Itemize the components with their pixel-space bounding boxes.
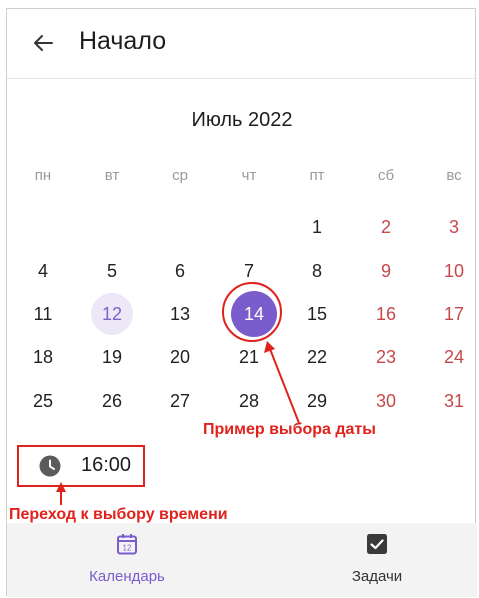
day-cell-today[interactable]: 12 [86, 302, 138, 326]
clock-icon [39, 455, 61, 477]
day-cell[interactable]: 4 [17, 259, 69, 283]
back-arrow-icon[interactable] [31, 31, 55, 55]
day-cell[interactable]: 15 [291, 302, 343, 326]
weekday-label: чт [241, 167, 257, 184]
nav-item-calendar[interactable]: 12 Календарь [27, 523, 227, 597]
weekday-label: пн [34, 167, 52, 184]
header: Начало [7, 9, 477, 79]
day-cell[interactable]: 28 [223, 389, 275, 413]
day-cell[interactable]: 25 [17, 389, 69, 413]
day-cell[interactable]: 1 [291, 215, 343, 239]
app-screen: Начало Июль 2022 пн вт ср чт пт сб вс 1 … [6, 8, 479, 597]
day-cell-weekend[interactable]: 23 [360, 345, 412, 369]
day-cell[interactable]: 26 [86, 389, 138, 413]
day-cell-weekend[interactable]: 10 [428, 259, 479, 283]
day-cell-weekend[interactable]: 17 [428, 302, 479, 326]
day-cell-weekend[interactable]: 16 [360, 302, 412, 326]
weekday-label: вс [446, 167, 462, 184]
day-cell[interactable]: 27 [154, 389, 206, 413]
day-cell[interactable]: 13 [154, 302, 206, 326]
day-cell-weekend[interactable]: 30 [360, 389, 412, 413]
day-cell[interactable]: 6 [154, 259, 206, 283]
nav-item-tasks[interactable]: Задачи [277, 523, 477, 597]
nav-item-tasks-label: Задачи [351, 568, 403, 585]
day-cell[interactable]: 8 [291, 259, 343, 283]
page-title: Начало [79, 27, 167, 55]
calendar-icon-number: 12 [123, 544, 132, 553]
day-cell[interactable]: 19 [86, 345, 138, 369]
day-cell[interactable]: 22 [291, 345, 343, 369]
weekday-label: ср [172, 167, 188, 184]
annotation-time-label: Переход к выбору времени [9, 506, 228, 523]
annotation-circle [222, 282, 282, 342]
weekday-label: пт [309, 167, 325, 184]
day-cell-weekend[interactable]: 24 [428, 345, 479, 369]
time-value[interactable]: 16:00 [81, 454, 131, 477]
weekday-label: сб [377, 167, 395, 184]
day-cell[interactable]: 7 [223, 259, 275, 283]
day-cell-weekend[interactable]: 31 [428, 389, 479, 413]
day-cell[interactable]: 18 [17, 345, 69, 369]
nav-item-calendar-label: Календарь [89, 568, 165, 585]
day-cell-weekend[interactable]: 3 [428, 215, 479, 239]
day-cell[interactable]: 11 [17, 302, 69, 326]
weekday-label: вт [104, 167, 120, 184]
checkbox-icon [367, 534, 387, 554]
calendar-icon: 12 [117, 534, 137, 555]
month-label: Июль 2022 [191, 109, 293, 131]
day-cell-weekend[interactable]: 2 [360, 215, 412, 239]
day-cell[interactable]: 29 [291, 389, 343, 413]
day-cell[interactable]: 20 [154, 345, 206, 369]
day-cell-weekend[interactable]: 9 [360, 259, 412, 283]
day-cell[interactable]: 21 [223, 345, 275, 369]
bottom-nav: 12 Календарь Задачи [7, 523, 477, 597]
day-cell[interactable]: 5 [86, 259, 138, 283]
annotation-date-label: Пример выбора даты [203, 421, 376, 438]
